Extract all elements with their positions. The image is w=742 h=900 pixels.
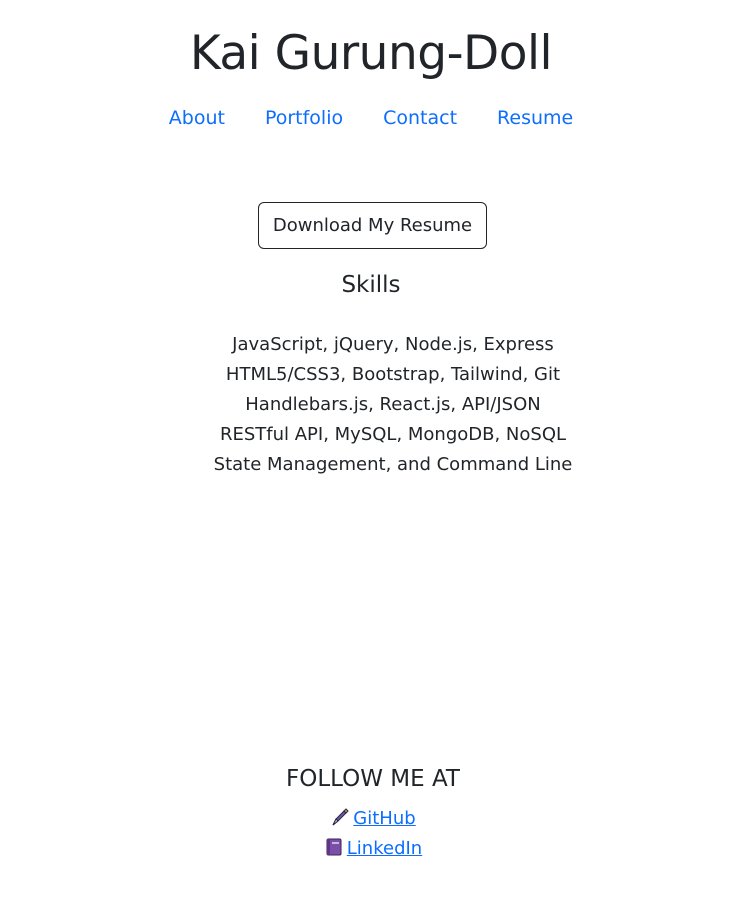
skills-list: JavaScript, jQuery, Node.js, Express HTM… xyxy=(0,330,742,480)
nav-link-resume[interactable]: Resume xyxy=(497,104,573,132)
nav-link-contact[interactable]: Contact xyxy=(383,104,457,132)
follow-heading: FOLLOW ME AT xyxy=(286,766,460,792)
page: Kai Gurung-Doll About Portfolio Contact … xyxy=(0,0,742,900)
skills-heading: Skills xyxy=(341,272,401,298)
github-link[interactable]: GitHub xyxy=(353,808,415,829)
skill-line: State Management, and Command Line xyxy=(213,454,573,475)
github-link-row: GitHub xyxy=(0,806,742,835)
skill-line: JavaScript, jQuery, Node.js, Express xyxy=(232,334,554,355)
fountain-pen-icon xyxy=(330,807,350,835)
skill-line: RESTful API, MySQL, MongoDB, NoSQL xyxy=(219,424,567,445)
nav-link-portfolio[interactable]: Portfolio xyxy=(265,104,343,132)
skill-line: Handlebars.js, React.js, API/JSON xyxy=(245,394,541,415)
site-title: Kai Gurung-Doll xyxy=(189,26,553,81)
nav-link-about[interactable]: About xyxy=(169,104,225,132)
download-resume-button[interactable]: Download My Resume xyxy=(258,202,487,249)
linkedin-link[interactable]: LinkedIn xyxy=(347,838,422,859)
purple-book-icon xyxy=(324,837,344,865)
main-nav: About Portfolio Contact Resume xyxy=(0,104,742,132)
linkedin-link-row: LinkedIn xyxy=(0,836,742,865)
skill-line: HTML5/CSS3, Bootstrap, Tailwind, Git xyxy=(225,364,561,385)
